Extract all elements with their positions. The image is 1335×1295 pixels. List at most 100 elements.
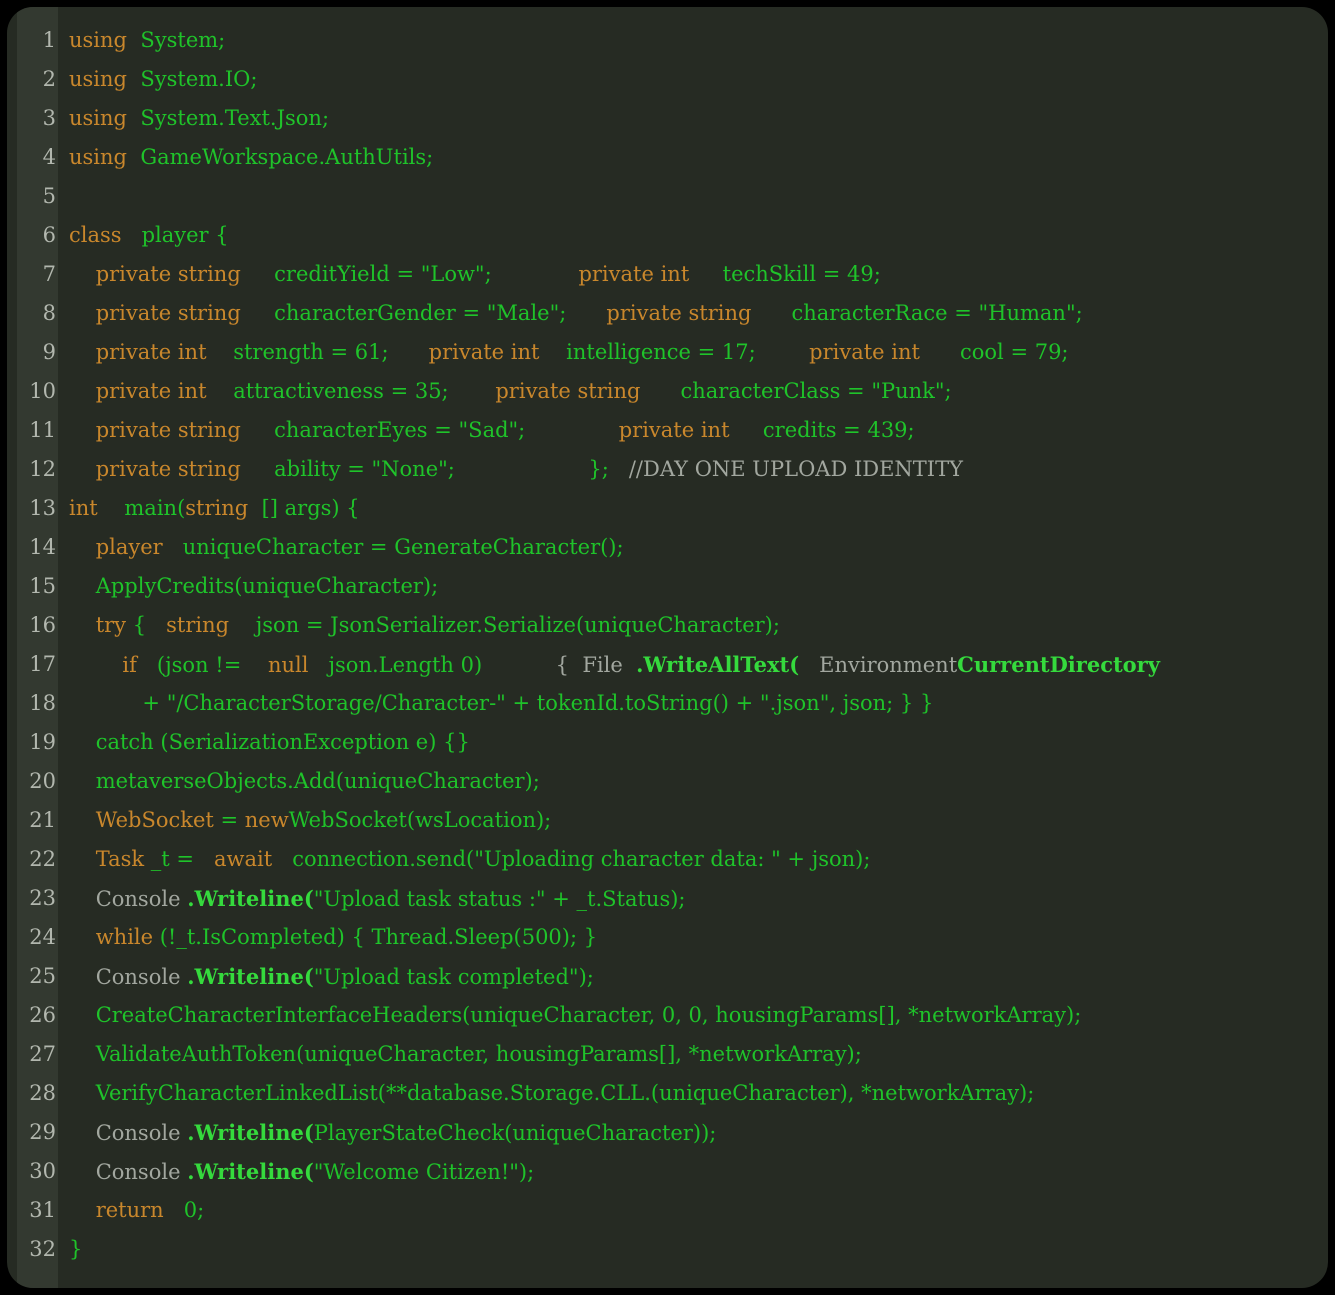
code-token: "Upload task completed"); bbox=[314, 965, 594, 989]
code-area[interactable]: 1using System;2using System.IO;3using Sy… bbox=[7, 7, 1328, 1288]
code-text: WebSocket = newWebSocket(wsLocation); bbox=[56, 801, 1328, 840]
code-token: int bbox=[69, 496, 98, 520]
code-text: } bbox=[56, 1230, 1328, 1269]
line-number: 16 bbox=[7, 606, 56, 645]
code-token: characterRace = "Human"; bbox=[751, 301, 1082, 325]
code-token: player { bbox=[122, 223, 229, 247]
code-token: using bbox=[69, 67, 127, 91]
code-text: Console .Writeline("Upload task complete… bbox=[56, 957, 1328, 996]
code-token: private string bbox=[69, 418, 241, 442]
line-number: 7 bbox=[7, 255, 56, 294]
code-text: int main(string [] args) { bbox=[56, 489, 1328, 528]
line-number: 13 bbox=[7, 489, 56, 528]
code-line: 20 metaverseObjects.Add(uniqueCharacter)… bbox=[7, 762, 1328, 801]
line-number: 4 bbox=[7, 138, 56, 177]
line-number: 25 bbox=[7, 957, 56, 996]
line-number: 32 bbox=[7, 1230, 56, 1269]
code-editor[interactable]: 1using System;2using System.IO;3using Sy… bbox=[7, 7, 1328, 1288]
line-number: 21 bbox=[7, 801, 56, 840]
code-token: "Upload task status :" + _t.Status); bbox=[314, 887, 686, 911]
code-token: private string bbox=[69, 457, 241, 481]
line-number: 14 bbox=[7, 528, 56, 567]
code-line: 19 catch (SerializationException e) {} bbox=[7, 723, 1328, 762]
line-number: 28 bbox=[7, 1074, 56, 1113]
code-token: private int bbox=[492, 262, 690, 286]
code-line: 17 if (json != null json.Length 0) { Fil… bbox=[7, 645, 1328, 684]
code-line: 9 private int strength = 61; private int… bbox=[7, 333, 1328, 372]
code-token: creditYield = "Low"; bbox=[241, 262, 492, 286]
code-token: characterClass = "Punk"; bbox=[640, 379, 951, 403]
line-number: 6 bbox=[7, 216, 56, 255]
code-token: private string bbox=[69, 262, 241, 286]
code-token: private string bbox=[566, 301, 751, 325]
line-number: 26 bbox=[7, 996, 56, 1035]
code-token: attractiveness = 35; bbox=[207, 379, 449, 403]
code-line: 12 private string ability = "None"; }; /… bbox=[7, 450, 1328, 489]
code-token: cool = 79; bbox=[920, 340, 1069, 364]
code-token: return bbox=[69, 1198, 164, 1222]
code-token: Environment bbox=[799, 653, 957, 677]
code-text: Console .Writeline("Upload task status :… bbox=[56, 879, 1328, 918]
line-number: 23 bbox=[7, 879, 56, 918]
line-number: 27 bbox=[7, 1035, 56, 1074]
code-token: "Welcome Citizen!"); bbox=[314, 1160, 534, 1184]
code-text: using System.IO; bbox=[56, 60, 1328, 99]
code-text: metaverseObjects.Add(uniqueCharacter); bbox=[56, 762, 1328, 801]
code-token: Console bbox=[69, 965, 187, 989]
code-token: new bbox=[245, 808, 289, 832]
code-token: _t = bbox=[144, 847, 214, 871]
code-text: Task _t = await connection.send("Uploadi… bbox=[56, 840, 1328, 879]
code-line: 3using System.Text.Json; bbox=[7, 99, 1328, 138]
code-token: await bbox=[214, 847, 272, 871]
code-text: return 0; bbox=[56, 1191, 1328, 1230]
code-token: intelligence = 17; bbox=[539, 340, 755, 364]
code-token: uniqueCharacter = GenerateCharacter(); bbox=[163, 535, 624, 559]
code-token: private int bbox=[69, 340, 207, 364]
code-token: private int bbox=[389, 340, 540, 364]
code-token: { File bbox=[482, 653, 636, 677]
code-text: try { string json = JsonSerializer.Seria… bbox=[56, 606, 1328, 645]
code-text: private string creditYield = "Low"; priv… bbox=[56, 255, 1328, 294]
code-token: }; bbox=[455, 457, 609, 481]
code-token: .Writeline( bbox=[187, 1120, 314, 1145]
line-number: 24 bbox=[7, 918, 56, 957]
code-token: json = JsonSerializer.Serialize(uniqueCh… bbox=[229, 613, 780, 637]
code-token: catch (SerializationException e) {} bbox=[69, 730, 470, 754]
code-token: connection.send("Uploading character dat… bbox=[272, 847, 870, 871]
code-text: catch (SerializationException e) {} bbox=[56, 723, 1328, 762]
line-number: 11 bbox=[7, 411, 56, 450]
code-token: (!_t.IsCompleted) { Thread.Sleep(500); } bbox=[153, 925, 597, 949]
code-line: 23 Console .Writeline("Upload task statu… bbox=[7, 879, 1328, 918]
code-token: Console bbox=[69, 1121, 187, 1145]
code-line: 8 private string characterGender = "Male… bbox=[7, 294, 1328, 333]
line-number: 17 bbox=[7, 645, 56, 684]
code-token: .Writeline( bbox=[187, 886, 314, 911]
code-token: WebSocket bbox=[69, 808, 214, 832]
code-token: characterGender = "Male"; bbox=[241, 301, 567, 325]
code-token: Task bbox=[69, 847, 144, 871]
code-token: CreateCharacterInterfaceHeaders(uniqueCh… bbox=[69, 1003, 1081, 1027]
code-line: 28 VerifyCharacterLinkedList(**database.… bbox=[7, 1074, 1328, 1113]
code-line: 18 + "/CharacterStorage/Character-" + to… bbox=[7, 684, 1328, 723]
code-token: private string bbox=[449, 379, 641, 403]
line-number: 30 bbox=[7, 1152, 56, 1191]
code-token: System.Text.Json; bbox=[127, 106, 329, 130]
line-number: 3 bbox=[7, 99, 56, 138]
code-token: string bbox=[166, 613, 229, 637]
line-number: 8 bbox=[7, 294, 56, 333]
code-token: VerifyCharacterLinkedList(**database.Sto… bbox=[69, 1081, 1034, 1105]
code-text: using GameWorkspace.AuthUtils; bbox=[56, 138, 1328, 177]
code-token: string bbox=[185, 496, 248, 520]
code-text: ValidateAuthToken(uniqueCharacter, housi… bbox=[56, 1035, 1328, 1074]
code-line: 29 Console .Writeline(PlayerStateCheck(u… bbox=[7, 1113, 1328, 1152]
code-text: Console .Writeline(PlayerStateCheck(uniq… bbox=[56, 1113, 1328, 1152]
code-token: private int bbox=[756, 340, 920, 364]
code-line: 1using System; bbox=[7, 21, 1328, 60]
code-line: 24 while (!_t.IsCompleted) { Thread.Slee… bbox=[7, 918, 1328, 957]
code-token: .Writeline( bbox=[187, 964, 314, 989]
code-line: 31 return 0; bbox=[7, 1191, 1328, 1230]
code-line: 10 private int attractiveness = 35; priv… bbox=[7, 372, 1328, 411]
code-token: private int bbox=[69, 379, 207, 403]
code-token: class bbox=[69, 223, 122, 247]
code-line: 21 WebSocket = newWebSocket(wsLocation); bbox=[7, 801, 1328, 840]
